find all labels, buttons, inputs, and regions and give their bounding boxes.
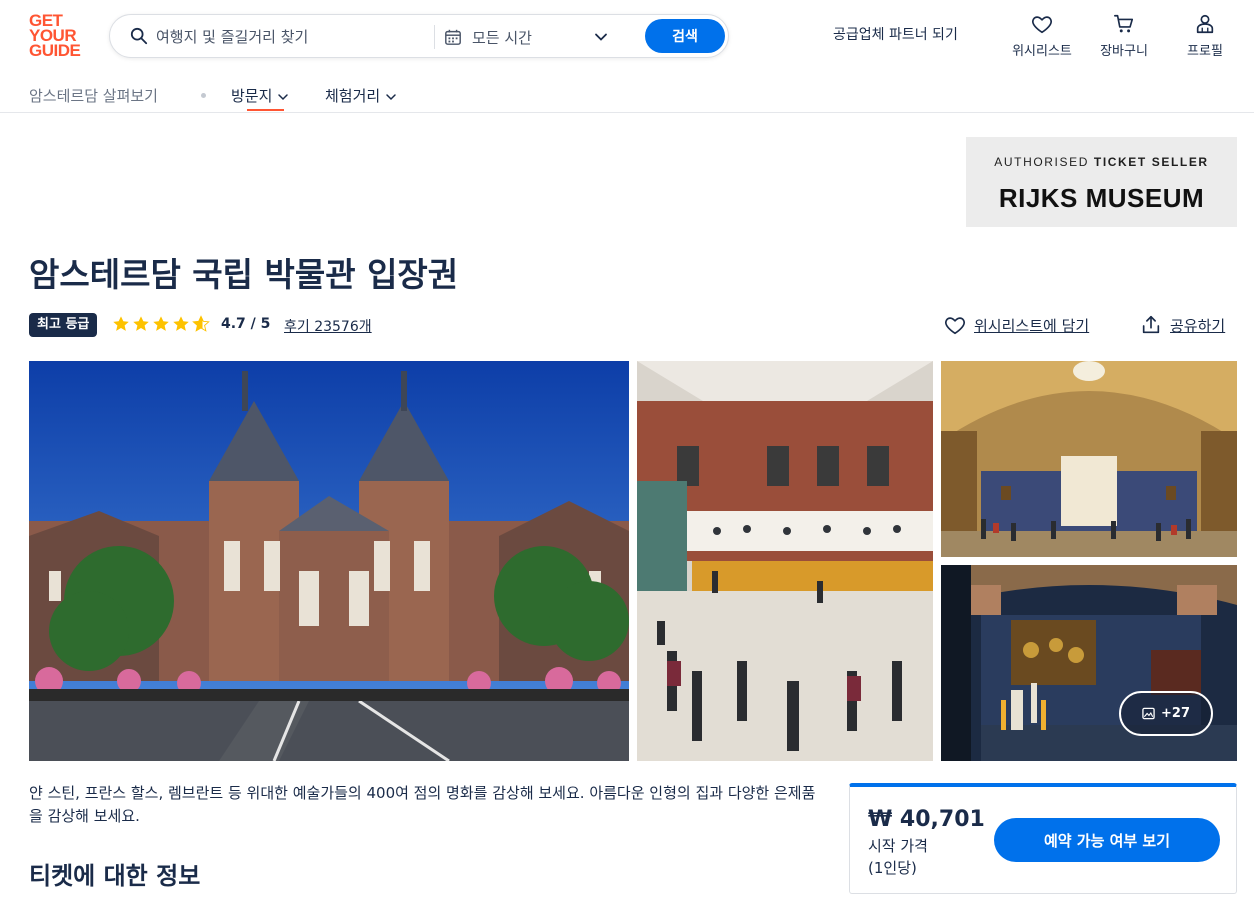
rijksmuseum-exterior-photo[interactable] xyxy=(29,361,629,761)
calendar-icon xyxy=(445,29,461,45)
product-description: 얀 스틴, 프란스 할스, 렘브란트 등 위대한 예술가들의 400여 점의 명… xyxy=(29,784,816,825)
search-input[interactable] xyxy=(156,25,426,49)
chevron-down-icon xyxy=(278,93,289,100)
gallery-hall-illustration xyxy=(941,361,1237,557)
half-star-icon xyxy=(192,315,210,332)
star-icon xyxy=(173,316,189,331)
star-icon xyxy=(153,316,169,331)
breadcrumb-separator xyxy=(201,93,206,98)
more-photos-count: +27 xyxy=(1161,706,1190,721)
nav-profile-button[interactable]: 프로필 xyxy=(1181,13,1229,59)
atrium-interior-photo[interactable] xyxy=(637,361,933,761)
partner-link[interactable]: 공급업체 파트너 되기 xyxy=(833,24,958,44)
breadcrumb-amsterdam[interactable]: 암스테르담 살펴보기 xyxy=(29,85,158,106)
authorised-text: AUTHORISED xyxy=(994,155,1094,169)
date-label: 모든 시간 xyxy=(472,29,532,47)
chevron-down-icon xyxy=(595,33,607,41)
booking-card: ₩ 40,701 시작 가격 (1인당) 예약 가능 여부 보기 xyxy=(849,783,1237,894)
museum-logo-text: RIJKS MUSEUM xyxy=(998,183,1205,213)
date-picker[interactable]: 모든 시간 xyxy=(444,19,622,55)
tab-places-to-visit[interactable]: 방문지 xyxy=(231,85,289,111)
cart-icon xyxy=(1114,14,1134,33)
price-from-label: 시작 가격 xyxy=(868,837,928,855)
nav-profile-label: 프로필 xyxy=(1187,44,1223,59)
profile-icon xyxy=(1196,14,1214,34)
ticket-seller-text: TICKET SELLER xyxy=(1093,155,1209,169)
star-icon xyxy=(113,316,129,331)
share-button[interactable]: 공유하기 xyxy=(1140,314,1225,338)
active-tab-indicator xyxy=(247,109,284,111)
heart-icon xyxy=(1032,16,1052,34)
search-divider xyxy=(434,25,435,49)
add-to-wishlist-button[interactable]: 위시리스트에 담기 xyxy=(944,314,1089,338)
nav-cart-button[interactable]: 장바구니 xyxy=(1094,13,1154,59)
exterior-illustration xyxy=(29,361,629,761)
heart-icon xyxy=(945,317,965,335)
reviews-link[interactable]: 후기 23576개 xyxy=(284,316,372,336)
nav-wishlist-button[interactable]: 위시리스트 xyxy=(1005,13,1079,59)
search-icon xyxy=(130,27,148,45)
rating-value: 4.7 / 5 xyxy=(221,316,271,332)
getyourguide-logo[interactable]: GET YOUR GUIDE xyxy=(29,12,87,60)
logo-line-guide: GUIDE xyxy=(29,41,81,60)
nav-cart-label: 장바구니 xyxy=(1100,44,1148,59)
search-bar: 모든 시간 검색 xyxy=(109,14,729,58)
tab-experiences[interactable]: 체험거리 xyxy=(325,85,397,106)
image-icon xyxy=(1142,707,1155,720)
authorised-seller-banner: AUTHORISED TICKET SELLER RIJKS MUSEUM xyxy=(966,137,1237,227)
star-icon xyxy=(133,316,149,331)
price-value: ₩ 40,701 xyxy=(868,807,985,832)
add-to-wishlist-label: 위시리스트에 담기 xyxy=(974,316,1090,335)
tab-experiences-label: 체험거리 xyxy=(325,87,381,105)
authorised-seller-text: AUTHORISED TICKET SELLER xyxy=(966,155,1237,169)
search-button[interactable]: 검색 xyxy=(645,19,725,53)
atrium-illustration xyxy=(637,361,933,761)
top-rated-badge: 최고 등급 xyxy=(29,313,98,337)
check-availability-button[interactable]: 예약 가능 여부 보기 xyxy=(994,818,1220,862)
gallery-hall-photo[interactable] xyxy=(941,361,1237,557)
tab-places-label: 방문지 xyxy=(231,87,273,105)
price-per-person: (1인당) xyxy=(868,859,917,877)
view-all-photos-button[interactable]: +27 xyxy=(1119,691,1213,736)
nav-wishlist-label: 위시리스트 xyxy=(1012,44,1072,59)
chevron-down-icon xyxy=(386,93,396,100)
header-divider xyxy=(0,112,1254,113)
rating-stars xyxy=(112,315,212,335)
page-title: 암스테르담 국립 박물관 입장권 xyxy=(29,255,459,294)
share-label: 공유하기 xyxy=(1170,316,1226,335)
ticket-info-heading: 티켓에 대한 정보 xyxy=(29,862,201,890)
share-icon xyxy=(1142,315,1160,334)
